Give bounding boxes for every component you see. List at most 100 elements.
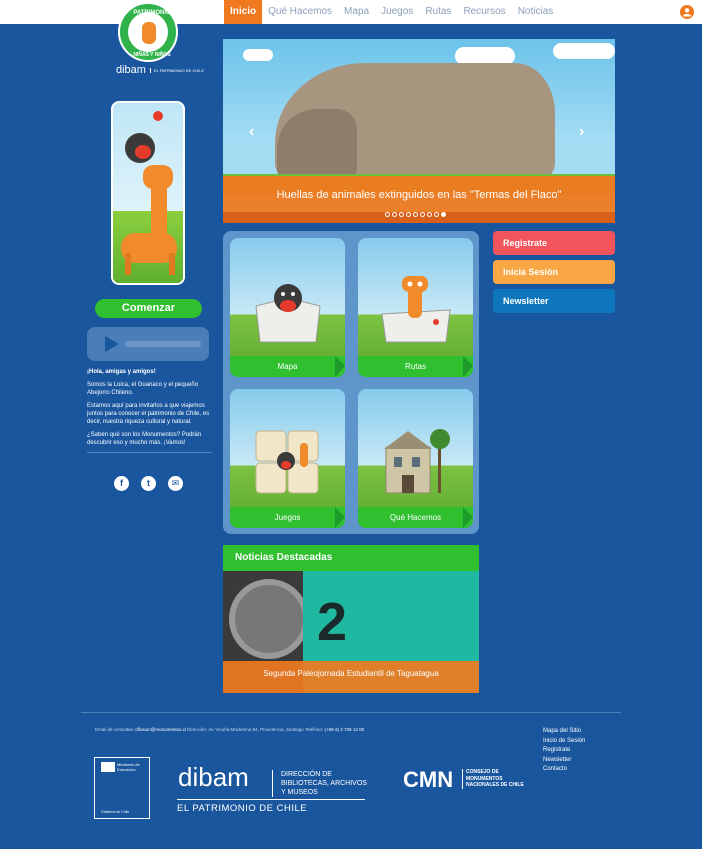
patrimonio-badge: PATRIMONIO NIÑAS Y NIÑOS <box>118 2 178 62</box>
site-logo[interactable]: PATRIMONIO NIÑAS Y NIÑOS dibam EL PATRIMO… <box>116 0 204 78</box>
slider-prev-icon[interactable]: ‹ <box>249 123 254 141</box>
dibam-footer-logo[interactable]: dibam <box>178 762 249 793</box>
guanaco-legs <box>125 253 175 275</box>
nav-item-noticias[interactable]: Noticias <box>512 0 560 24</box>
fossil-image <box>229 579 309 659</box>
twitter-icon[interactable]: t <box>141 476 156 491</box>
guanaco-head-icon <box>143 165 173 189</box>
audio-player <box>87 327 209 361</box>
slider-dot[interactable] <box>399 212 404 217</box>
footer-link-registrate[interactable]: Registrate <box>543 746 585 756</box>
news-item[interactable]: 2 Segunda Paleojornada Estudiantil de Ta… <box>223 571 479 693</box>
dibam-logo-sub: EL PATRIMONIO DE CHILE <box>149 67 204 73</box>
slider-next-icon[interactable]: › <box>579 123 584 141</box>
card-mapa[interactable]: Mapa <box>230 238 345 377</box>
nav-item-mapa[interactable]: Mapa <box>338 0 375 24</box>
card-juegos-text: Juegos <box>274 513 301 522</box>
play-icon[interactable] <box>105 336 119 352</box>
slider-dot[interactable] <box>420 212 425 217</box>
chevron-right-icon <box>335 356 345 377</box>
nav-item-recursos[interactable]: Recursos <box>457 0 511 24</box>
activities-grid: Mapa Rutas Juegos Qué Hacemos <box>223 231 479 534</box>
rock-shadow <box>277 109 357 179</box>
intro-greeting: ¡Hola, amigas y amigos! <box>87 369 156 375</box>
card-que-hacemos-text: Qué Hacemos <box>389 513 442 522</box>
hero-caption[interactable]: Huellas de animales extinguidos en las "… <box>223 189 615 201</box>
llama-logo-icon <box>142 22 156 44</box>
card-que-hacemos-label: Qué Hacemos <box>358 507 473 528</box>
user-account-button[interactable] <box>680 5 694 19</box>
map-bird-illustration-icon <box>255 284 321 343</box>
chevron-right-icon <box>335 507 345 528</box>
address-text: Av. Vicuña Mackenna 84, Providencia, San… <box>208 727 304 732</box>
slider-dot[interactable] <box>427 212 432 217</box>
bird-belly <box>135 145 151 159</box>
top-navbar: Inicio Qué Hacemos Mapa Juegos Rutas Rec… <box>0 0 702 24</box>
building-illustration-icon <box>384 429 450 494</box>
phone-label: Teléfono: <box>304 727 324 732</box>
mineduc-sub: Gobierno de Chile <box>101 810 130 814</box>
footer-link-contacto[interactable]: Contacto <box>543 765 585 775</box>
card-mapa-text: Mapa <box>277 362 298 371</box>
cmn-desc: CONSEJO DE MONUMENTOS NACIONALES DE CHIL… <box>462 769 524 789</box>
mineduc-logo[interactable]: Ministerio de Educación Gobierno de Chil… <box>94 757 150 819</box>
intro-paragraph-3: ¿Saben qué son los Monumentos? Podrán de… <box>87 432 202 446</box>
chevron-right-icon <box>463 507 473 528</box>
intro-paragraph-2: Estamos aquí para invitarlos a que viaje… <box>87 403 210 425</box>
newsletter-button[interactable]: Newsletter <box>493 289 615 313</box>
nav-item-inicio[interactable]: Inicio <box>224 0 263 24</box>
slider-dot[interactable] <box>434 212 439 217</box>
bee-icon <box>153 111 163 121</box>
footer-divider <box>81 712 621 713</box>
footer-link-newsletter[interactable]: Newsletter <box>543 756 585 766</box>
social-links: f t ✉ <box>114 476 183 491</box>
card-rutas-label: Rutas <box>358 356 473 377</box>
card-juegos[interactable]: Juegos <box>230 389 345 528</box>
loica-bird-icon <box>125 133 155 163</box>
slider-dot[interactable] <box>385 212 390 217</box>
cloud-shape <box>553 43 615 59</box>
nav-item-juegos[interactable]: Juegos <box>375 0 419 24</box>
main-nav: Inicio Qué Hacemos Mapa Juegos Rutas Rec… <box>224 0 559 24</box>
card-mapa-label: Mapa <box>230 356 345 377</box>
cmn-logo[interactable]: CMN <box>403 767 453 793</box>
card-rutas[interactable]: Rutas <box>358 238 473 377</box>
audio-progress-track[interactable] <box>125 341 201 347</box>
email-icon[interactable]: ✉ <box>168 476 183 491</box>
news-item-caption[interactable]: Segunda Paleojornada Estudiantil de Tagu… <box>223 661 479 693</box>
footer-link-inicio-sesion[interactable]: Inicio de Sesión <box>543 737 585 747</box>
dibam-logo: dibam EL PATRIMONIO DE CHILE <box>116 64 204 76</box>
nav-item-que-hacemos[interactable]: Qué Hacemos <box>262 0 338 24</box>
badge-inner <box>128 12 168 52</box>
email-label: Email de consultas: <box>95 727 135 732</box>
nav-item-rutas[interactable]: Rutas <box>419 0 457 24</box>
card-juegos-label: Juegos <box>230 507 345 528</box>
slider-dot[interactable] <box>441 212 446 217</box>
address-label: Dirección: <box>187 727 208 732</box>
card-rutas-text: Rutas <box>405 362 426 371</box>
chevron-right-icon <box>463 356 473 377</box>
dibam-logo-text: dibam <box>116 64 146 76</box>
card-que-hacemos[interactable]: Qué Hacemos <box>358 389 473 528</box>
hero-slider[interactable]: Huellas de animales extinguidos en las "… <box>223 39 615 223</box>
login-button[interactable]: Inicia Sesión <box>493 260 615 284</box>
contact-email-link[interactable]: difusion@monumentos.cl <box>135 727 186 732</box>
footer-contact: Email de consultas: difusion@monumentos.… <box>95 727 364 732</box>
logo-bottom-text: NIÑAS Y NIÑOS <box>133 52 171 58</box>
start-button[interactable]: Comenzar <box>95 299 202 318</box>
footer-link-mapa-sitio[interactable]: Mapa del Sitio <box>543 727 585 737</box>
slider-dot[interactable] <box>406 212 411 217</box>
facebook-icon[interactable]: f <box>114 476 129 491</box>
dibam-footer-desc: DIRECCIÓN DE BIBLIOTECAS, ARCHIVOS Y MUS… <box>272 770 372 797</box>
slider-dot[interactable] <box>392 212 397 217</box>
logo-top-text: PATRIMONIO <box>133 10 171 16</box>
route-llama-illustration-icon <box>381 276 451 343</box>
puzzle-illustration-icon <box>255 430 319 494</box>
slider-dot[interactable] <box>413 212 418 217</box>
chile-flag-icon <box>101 762 115 772</box>
slider-pagination <box>385 212 446 217</box>
poster-number: 2 <box>317 592 348 652</box>
phone-text: (+56-2) 2 726 14 00 <box>324 727 365 732</box>
register-button[interactable]: Registrate <box>493 231 615 255</box>
cloud-shape <box>243 49 273 61</box>
